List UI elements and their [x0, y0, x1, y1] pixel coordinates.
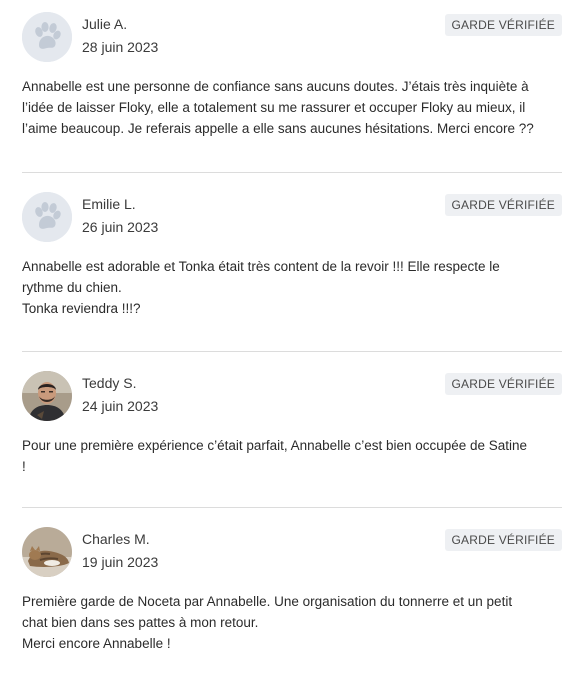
review-text: Pour une première expérience c’était par…: [22, 438, 528, 474]
avatar[interactable]: [22, 371, 72, 421]
paw-icon: [22, 12, 72, 62]
review-header: Charles M. 19 juin 2023 GARDE VÉRIFIÉE: [22, 527, 562, 579]
review-card: Teddy S. 24 juin 2023 GARDE VÉRIFIÉE Pou…: [22, 371, 562, 477]
reviewer-name: Julie A.: [82, 16, 128, 32]
reviewer-name: Emilie L.: [82, 196, 136, 212]
verified-badge: GARDE VÉRIFIÉE: [444, 373, 562, 395]
separator: [22, 351, 562, 352]
verified-badge: GARDE VÉRIFIÉE: [444, 194, 562, 216]
verified-badge: GARDE VÉRIFIÉE: [444, 529, 562, 551]
review-header: Teddy S. 24 juin 2023 GARDE VÉRIFIÉE: [22, 371, 562, 423]
review-card: Emilie L. 26 juin 2023 GARDE VÉRIFIÉE An…: [22, 192, 562, 319]
avatar[interactable]: [22, 12, 72, 62]
review-date: 28 juin 2023: [82, 39, 159, 55]
user-photo-icon: [22, 371, 72, 421]
reviewer-name: Teddy S.: [82, 375, 137, 391]
avatar[interactable]: [22, 527, 72, 577]
paw-icon: [22, 192, 72, 242]
review-header: Emilie L. 26 juin 2023 GARDE VÉRIFIÉE: [22, 192, 562, 244]
reviews-list: Julie A. 28 juin 2023 GARDE VÉRIFIÉE Ann…: [0, 0, 587, 683]
avatar[interactable]: [22, 192, 72, 242]
review-text: Annabelle est adorable et Tonka était tr…: [22, 259, 500, 316]
separator: [22, 172, 562, 173]
review-date: 26 juin 2023: [82, 219, 159, 235]
separator: [22, 507, 562, 508]
review-card: Julie A. 28 juin 2023 GARDE VÉRIFIÉE Ann…: [22, 12, 562, 139]
review-header: Julie A. 28 juin 2023 GARDE VÉRIFIÉE: [22, 12, 562, 64]
review-text: Annabelle est une personne de confiance …: [22, 79, 534, 136]
review-card: Charles M. 19 juin 2023 GARDE VÉRIFIÉE P…: [22, 527, 562, 654]
cat-photo-icon: [22, 527, 72, 577]
reviewer-name: Charles M.: [82, 531, 150, 547]
verified-badge: GARDE VÉRIFIÉE: [444, 14, 562, 36]
review-text: Première garde de Noceta par Annabelle. …: [22, 594, 513, 651]
review-date: 24 juin 2023: [82, 398, 159, 414]
review-date: 19 juin 2023: [82, 554, 159, 570]
